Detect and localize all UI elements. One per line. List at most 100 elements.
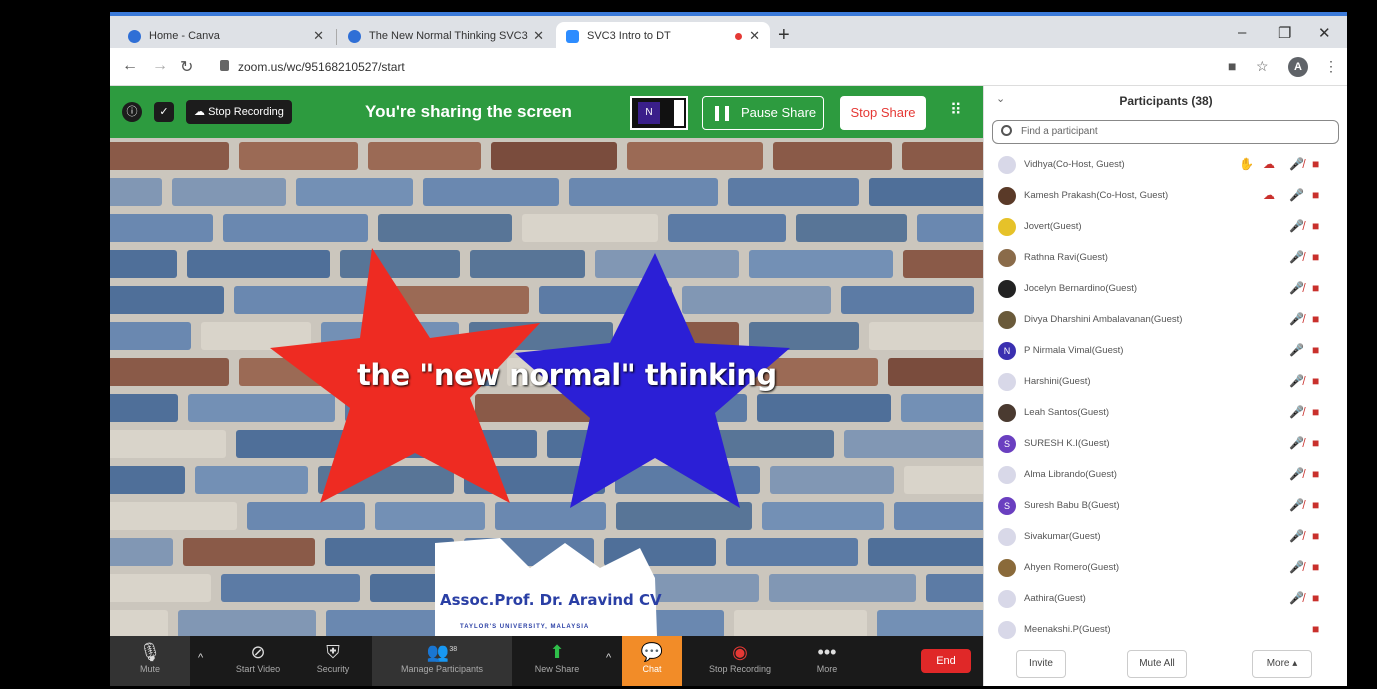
participant-name: Jovert(Guest) (1024, 221, 1082, 232)
close-window-icon[interactable]: ✕ (1318, 24, 1331, 42)
more-button[interactable]: ••• More (800, 636, 854, 686)
shared-screen-thumbnail[interactable]: N (630, 96, 688, 130)
participant-row[interactable]: Jovert(Guest) 🎤̸ ■ (984, 212, 1347, 243)
close-tab-icon[interactable]: ✕ (533, 28, 544, 44)
lock-icon (220, 60, 229, 71)
participant-name: Jocelyn Bernardino(Guest) (1024, 283, 1137, 294)
participant-row[interactable]: S Suresh Babu B(Guest) 🎤̸ ■ (984, 491, 1347, 522)
participant-row[interactable]: S SURESH K.I(Guest) 🎤̸ ■ (984, 429, 1347, 460)
participant-row[interactable]: Harshini(Guest) 🎤̸ ■ (984, 367, 1347, 398)
mic-muted-icon[interactable]: 🎤̸ (1289, 591, 1304, 605)
tab-svc3-intro-dt[interactable]: SVC3 Intro to DT ✕ (556, 22, 770, 50)
participant-row[interactable]: Kamesh Prakash(Co-Host, Guest) ☁ 🎤 ■ (984, 181, 1347, 212)
avatar (998, 590, 1016, 608)
new-tab-button[interactable]: + (778, 24, 790, 47)
avatar (998, 311, 1016, 329)
bookmark-star-icon[interactable]: ☆ (1256, 58, 1269, 75)
mic-muted-icon[interactable]: 🎤̸ (1289, 560, 1304, 574)
participant-name: SURESH K.I(Guest) (1024, 438, 1110, 449)
new-share-button[interactable]: ⬆ New Share (512, 636, 602, 686)
mic-muted-icon[interactable]: 🎤̸ (1289, 374, 1304, 388)
participant-row[interactable]: Alma Librando(Guest) 🎤̸ ■ (984, 460, 1347, 491)
security-button[interactable]: ⛨ Security (298, 636, 368, 686)
shield-icon[interactable]: ✓ (154, 102, 174, 122)
participant-row[interactable]: Aathira(Guest) 🎤̸ ■ (984, 584, 1347, 615)
address-bar: ← → ↻ zoom.us/wc/95168210527/start ■ ☆ A… (110, 48, 1347, 86)
browser-menu-icon[interactable]: ⋮ (1324, 58, 1338, 75)
tab-new-normal-thinking[interactable]: The New Normal Thinking SVC3 ✕ (338, 22, 554, 50)
participant-row[interactable]: Meenakshi.P(Guest) ■ (984, 615, 1347, 646)
raised-hand-icon: ✋ (1239, 157, 1254, 171)
reload-icon[interactable]: ↻ (180, 57, 193, 77)
mute-all-button[interactable]: Mute All (1127, 650, 1187, 678)
mic-muted-icon[interactable]: 🎤̸ (1289, 436, 1304, 450)
pause-share-button[interactable]: Pause Share (702, 96, 824, 130)
mute-button[interactable]: 🎙 Mute (110, 636, 190, 686)
stop-recording-pill[interactable]: ☁ Stop Recording (186, 100, 292, 124)
mic-icon[interactable]: 🎤 (1289, 188, 1304, 202)
stop-recording-button[interactable]: ◉ Stop Recording (692, 636, 788, 686)
participant-name: Leah Santos(Guest) (1024, 407, 1110, 418)
mic-muted-icon[interactable]: 🎤̸ (1289, 312, 1304, 326)
mic-muted-icon[interactable]: 🎤̸ (1289, 281, 1304, 295)
participant-row[interactable]: Vidhya(Co-Host, Guest) ✋ ☁ 🎤̸ ■ (984, 150, 1347, 181)
chrome-favicon-icon (348, 29, 361, 43)
chrome-favicon-icon (128, 29, 141, 43)
mic-muted-icon[interactable]: 🎤̸ (1289, 405, 1304, 419)
mic-muted-icon[interactable]: 🎤̸ (1289, 498, 1304, 512)
participant-search-input[interactable]: Find a participant (992, 120, 1339, 144)
video-off-icon: ⊘ (250, 642, 266, 662)
mic-muted-icon[interactable]: 🎤̸ (1289, 467, 1304, 481)
url-text[interactable]: zoom.us/wc/95168210527/start (238, 60, 405, 74)
mic-muted-icon[interactable]: 🎤̸ (1289, 219, 1304, 233)
recording-dot-icon (735, 33, 742, 40)
participants-title: Participants (38) (1119, 94, 1213, 108)
participant-name: Rathna Ravi(Guest) (1024, 252, 1108, 263)
profile-avatar[interactable]: A (1288, 57, 1308, 77)
mic-on-icon[interactable]: 🎤 (1289, 343, 1304, 357)
slide-headline: the "new normal" thinking (357, 358, 777, 392)
chat-button[interactable]: 💬 Chat (622, 636, 682, 686)
video-off-icon: ■ (1312, 157, 1320, 171)
close-tab-icon[interactable]: ✕ (749, 28, 760, 44)
more-options-button[interactable]: More ▴ (1252, 650, 1312, 678)
participant-row[interactable]: Sivakumar(Guest) 🎤̸ ■ (984, 522, 1347, 553)
mic-muted-icon[interactable]: 🎤̸ (1289, 529, 1304, 543)
stop-share-button[interactable]: Stop Share (840, 96, 926, 130)
avatar: N (998, 342, 1016, 360)
video-off-icon: ■ (1312, 436, 1320, 450)
minimize-window-icon[interactable]: – (1238, 24, 1246, 41)
participant-row[interactable]: Ahyen Romero(Guest) 🎤̸ ■ (984, 553, 1347, 584)
share-options-chevron-icon[interactable]: ^ (606, 652, 611, 664)
manage-participants-button[interactable]: 👥38 Manage Participants (372, 636, 512, 686)
participants-footer: Invite Mute All More ▴ (984, 644, 1347, 686)
participant-row[interactable]: Rathna Ravi(Guest) 🎤̸ ■ (984, 243, 1347, 274)
close-tab-icon[interactable]: ✕ (313, 28, 324, 44)
end-meeting-button[interactable]: End (921, 649, 971, 673)
restore-window-icon[interactable]: ❐ (1278, 24, 1291, 42)
mic-muted-icon[interactable]: 🎤̸ (1289, 250, 1304, 264)
info-icon[interactable]: ⓘ (122, 102, 142, 122)
camera-icon[interactable]: ■ (1228, 58, 1236, 74)
mute-options-chevron-icon[interactable]: ^ (198, 652, 203, 664)
tab-label: Home - Canva (149, 30, 220, 42)
back-icon[interactable]: ← (122, 57, 138, 75)
search-icon (1001, 125, 1012, 136)
forward-icon[interactable]: → (152, 57, 168, 75)
participant-row[interactable]: N P Nirmala Vimal(Guest) 🎤 ■ (984, 336, 1347, 367)
drag-handle-icon[interactable]: ⠿ (950, 100, 962, 120)
record-icon: ◉ (732, 642, 748, 662)
avatar (998, 466, 1016, 484)
video-off-icon: ■ (1312, 219, 1320, 233)
tab-home-canva[interactable]: Home - Canva ✕ (118, 22, 334, 50)
participant-row[interactable]: Jocelyn Bernardino(Guest) 🎤̸ ■ (984, 274, 1347, 305)
video-off-icon: ■ (1312, 250, 1320, 264)
mic-muted-icon[interactable]: 🎤̸ (1289, 157, 1304, 171)
invite-button[interactable]: Invite (1016, 650, 1066, 678)
participant-row[interactable]: Divya Dharshini Ambalavanan(Guest) 🎤̸ ■ (984, 305, 1347, 336)
participant-row[interactable]: Leah Santos(Guest) 🎤̸ ■ (984, 398, 1347, 429)
avatar (998, 187, 1016, 205)
participant-name: P Nirmala Vimal(Guest) (1024, 345, 1124, 356)
shield-icon: ⛨ (326, 642, 340, 662)
start-video-button[interactable]: ⊘ Start Video (218, 636, 298, 686)
